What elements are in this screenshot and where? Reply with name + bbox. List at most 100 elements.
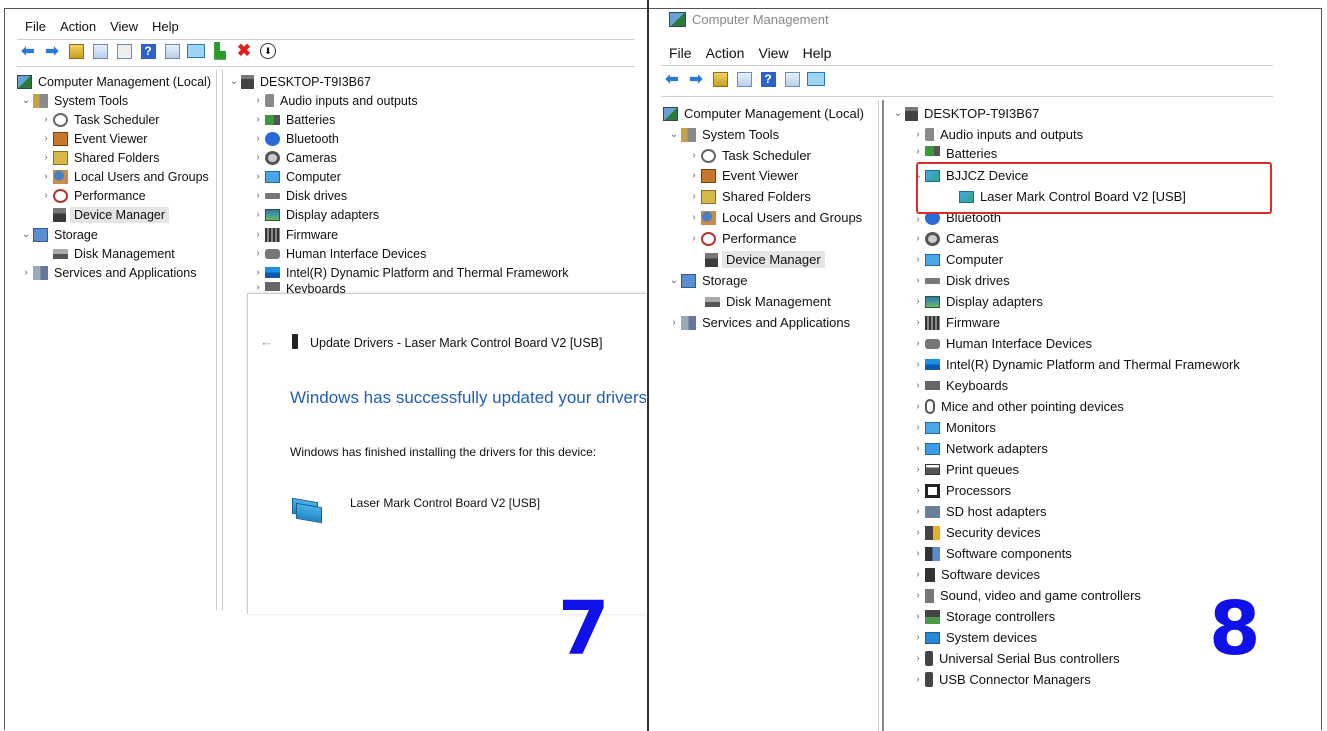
menu-help[interactable]: Help xyxy=(152,19,179,34)
menu-file[interactable]: File xyxy=(25,19,46,34)
device-category[interactable]: › Mice and other pointing devices xyxy=(911,397,1124,416)
chevron-right-icon[interactable]: › xyxy=(687,170,701,181)
device-category[interactable]: › Security devices xyxy=(911,523,1040,542)
chevron-right-icon[interactable]: › xyxy=(687,233,701,244)
monitor-icon[interactable] xyxy=(187,42,205,60)
uninstall-icon[interactable]: ✖ xyxy=(235,41,253,60)
device-category[interactable]: › Firmware xyxy=(911,313,1000,332)
device-host[interactable]: ⌄ DESKTOP-T9I3B67 xyxy=(891,104,1040,123)
menu-view[interactable]: View xyxy=(110,19,138,34)
help-icon[interactable]: ? xyxy=(139,42,157,60)
download-icon[interactable]: ⬇ xyxy=(259,42,277,60)
back-button[interactable]: ← xyxy=(260,334,273,349)
chevron-right-icon[interactable]: › xyxy=(251,171,265,182)
chevron-right-icon[interactable]: › xyxy=(19,267,33,278)
chevron-right-icon[interactable]: › xyxy=(39,171,53,182)
properties-icon[interactable] xyxy=(115,42,133,60)
device-category[interactable]: › Human Interface Devices xyxy=(251,244,426,263)
device-host[interactable]: ⌄ DESKTOP-T9I3B67 xyxy=(227,72,371,91)
chevron-down-icon[interactable]: ⌄ xyxy=(19,95,33,106)
device-category[interactable]: › Sound, video and game controllers xyxy=(911,586,1141,605)
menu-view[interactable]: View xyxy=(758,45,788,61)
chevron-down-icon[interactable]: ⌄ xyxy=(667,129,681,140)
device-category[interactable]: › Display adapters xyxy=(911,292,1043,311)
chevron-right-icon[interactable]: › xyxy=(687,212,701,223)
chevron-down-icon[interactable]: ⌄ xyxy=(227,76,241,87)
tree-device-manager[interactable]: Device Manager xyxy=(53,205,170,224)
device-category[interactable]: › Bluetooth xyxy=(911,213,1001,225)
help-icon[interactable]: ? xyxy=(759,70,777,88)
chevron-down-icon[interactable]: ⌄ xyxy=(891,108,905,119)
device-category[interactable]: › USB Connector Managers xyxy=(911,670,1091,689)
device-category[interactable]: › Software components xyxy=(911,544,1071,563)
tree-services[interactable]: › Services and Applications xyxy=(667,313,850,332)
chevron-right-icon[interactable]: › xyxy=(911,359,925,370)
tree-task-scheduler[interactable]: › Task Scheduler xyxy=(39,110,159,129)
chevron-right-icon[interactable]: › xyxy=(911,422,925,433)
up-folder-icon[interactable] xyxy=(67,42,85,60)
device-category[interactable]: › Audio inputs and outputs xyxy=(911,125,1083,144)
tree-event-viewer[interactable]: › Event Viewer xyxy=(687,166,798,185)
tree-storage[interactable]: ⌄ Storage xyxy=(19,225,98,244)
device-category[interactable]: › Computer xyxy=(251,167,341,186)
device-category[interactable]: › Disk drives xyxy=(911,271,1009,290)
device-category[interactable]: › Storage controllers xyxy=(911,607,1055,626)
tree-root[interactable]: Computer Management (Local) xyxy=(17,72,211,91)
tree-shared-folders[interactable]: › Shared Folders xyxy=(687,187,811,206)
tree-shared-folders[interactable]: › Shared Folders xyxy=(39,148,159,167)
menu-help[interactable]: Help xyxy=(803,45,832,61)
chevron-right-icon[interactable]: › xyxy=(911,254,925,265)
chevron-right-icon[interactable]: › xyxy=(911,401,925,412)
chevron-right-icon[interactable]: › xyxy=(911,146,925,157)
chevron-right-icon[interactable]: › xyxy=(911,653,925,664)
chevron-right-icon[interactable]: › xyxy=(39,114,53,125)
chevron-down-icon[interactable]: ⌄ xyxy=(667,275,681,286)
chevron-right-icon[interactable]: › xyxy=(911,527,925,538)
tree-system-tools[interactable]: ⌄ System Tools xyxy=(19,91,128,110)
menu-action[interactable]: Action xyxy=(60,19,96,34)
device-category[interactable]: › Disk drives xyxy=(251,186,347,205)
device-category[interactable]: › Audio inputs and outputs xyxy=(251,91,417,110)
up-folder-icon[interactable] xyxy=(711,70,729,88)
chevron-right-icon[interactable]: › xyxy=(667,317,681,328)
chevron-right-icon[interactable]: › xyxy=(39,133,53,144)
tree-local-users[interactable]: › Local Users and Groups xyxy=(39,167,209,186)
show-hide-tree-icon[interactable] xyxy=(91,42,109,60)
chevron-right-icon[interactable]: › xyxy=(911,590,925,601)
device-category[interactable]: › Processors xyxy=(911,481,1011,500)
device-category[interactable]: › Monitors xyxy=(911,418,996,437)
tree-system-tools[interactable]: ⌄ System Tools xyxy=(667,125,779,144)
chevron-right-icon[interactable]: › xyxy=(911,233,925,244)
forward-arrow-icon[interactable]: ➡ xyxy=(43,42,61,60)
chevron-right-icon[interactable]: › xyxy=(911,296,925,307)
chevron-right-icon[interactable]: › xyxy=(911,548,925,559)
chevron-right-icon[interactable]: › xyxy=(911,674,925,685)
chevron-right-icon[interactable]: › xyxy=(251,133,265,144)
device-category[interactable]: › Intel(R) Dynamic Platform and Thermal F… xyxy=(911,355,1239,374)
chevron-right-icon[interactable]: › xyxy=(687,150,701,161)
device-category[interactable]: › SD host adapters xyxy=(911,502,1046,521)
chevron-right-icon[interactable]: › xyxy=(251,282,265,293)
chevron-right-icon[interactable]: › xyxy=(911,443,925,454)
device-category[interactable]: › Keyboards xyxy=(911,376,1008,395)
tree-local-users[interactable]: › Local Users and Groups xyxy=(687,208,862,227)
tree-performance[interactable]: › Performance xyxy=(687,229,796,248)
chevron-right-icon[interactable]: › xyxy=(911,275,925,286)
chevron-right-icon[interactable]: › xyxy=(911,611,925,622)
tree-root[interactable]: Computer Management (Local) xyxy=(663,104,864,123)
chevron-right-icon[interactable]: › xyxy=(911,129,925,140)
show-hide-tree-icon[interactable] xyxy=(735,70,753,88)
forward-arrow-icon[interactable]: ➡ xyxy=(687,70,705,88)
chevron-right-icon[interactable]: › xyxy=(911,506,925,517)
chevron-right-icon[interactable]: › xyxy=(911,464,925,475)
device-category[interactable]: › Display adapters xyxy=(251,205,379,224)
chevron-right-icon[interactable]: › xyxy=(39,152,53,163)
chevron-down-icon[interactable]: ⌄ xyxy=(19,229,33,240)
chevron-right-icon[interactable]: › xyxy=(911,338,925,349)
device-category[interactable]: › Intel(R) Dynamic Platform and Thermal F… xyxy=(251,263,568,282)
tree-storage[interactable]: ⌄ Storage xyxy=(667,271,748,290)
chevron-right-icon[interactable]: › xyxy=(687,191,701,202)
chevron-right-icon[interactable]: › xyxy=(911,632,925,643)
device-category[interactable]: › Keyboards xyxy=(251,282,346,293)
menu-file[interactable]: File xyxy=(669,45,692,61)
